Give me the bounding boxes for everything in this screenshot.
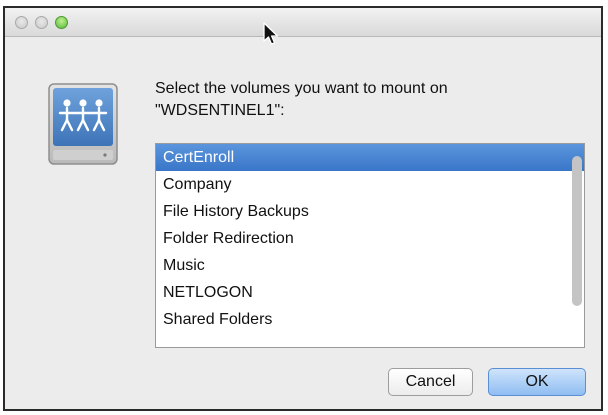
volume-list-item[interactable]: NETLOGON	[156, 279, 584, 306]
mouse-pointer-icon	[263, 22, 279, 45]
dialog-prompt: Select the volumes you want to mount on …	[155, 78, 575, 122]
minimize-window-icon[interactable]	[35, 16, 48, 29]
network-volume-icon	[45, 78, 125, 170]
volume-list-item[interactable]: File History Backups	[156, 198, 584, 225]
volume-list[interactable]: CertEnroll Company File History Backups …	[155, 143, 585, 348]
volume-list-item[interactable]: Folder Redirection	[156, 225, 584, 252]
mount-volumes-dialog: Select the volumes you want to mount on …	[3, 6, 603, 411]
prompt-line-2: "WDSENTINEL1":	[155, 102, 285, 119]
close-window-icon[interactable]	[15, 16, 28, 29]
ok-button[interactable]: OK	[488, 368, 586, 396]
zoom-window-icon[interactable]	[55, 16, 68, 29]
cancel-button[interactable]: Cancel	[388, 368, 473, 396]
list-scrollbar[interactable]	[572, 156, 582, 306]
volume-list-item[interactable]: Company	[156, 171, 584, 198]
title-bar[interactable]	[5, 8, 601, 37]
volume-list-item[interactable]: Shared Folders	[156, 306, 584, 333]
volume-list-item[interactable]: Music	[156, 252, 584, 279]
volume-list-item[interactable]: CertEnroll	[156, 144, 584, 171]
prompt-line-1: Select the volumes you want to mount on	[155, 80, 448, 97]
